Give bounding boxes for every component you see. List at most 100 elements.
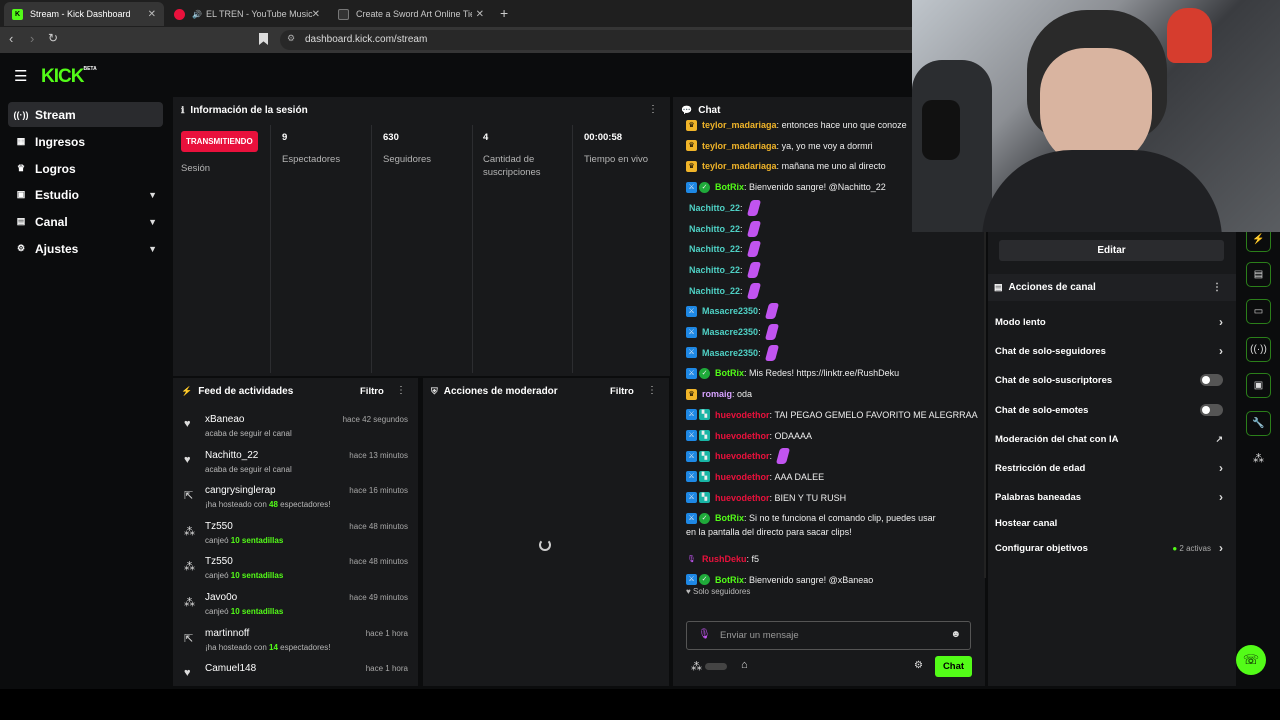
feed-time: hace 16 minutos [349,486,408,496]
feed-time: hace 1 hora [365,664,408,674]
bookmark-icon[interactable] [259,33,268,45]
chat-username[interactable]: huevodethor [715,472,770,482]
settings-gear-icon[interactable]: ⚙ [914,660,923,671]
chat-username[interactable]: huevodethor [715,410,770,420]
sidebar-item-canal[interactable]: ▤ Canal ▼ [8,209,163,234]
feed-description: acaba de seguir el canal [205,429,292,438]
browser-tab-youtube-music[interactable]: 🔊 EL TREN - YouTube Music ✕ [166,2,328,26]
feed-filter-button[interactable]: Filtro [360,386,384,397]
quick-action-chat-icon[interactable]: ▭ [1246,299,1271,324]
stat-viewers: 9 Espectadores [282,132,341,165]
sidebar-item-ingresos[interactable]: ▦ Ingresos [8,129,163,154]
chat-username[interactable]: Nachitto_22 [689,286,740,296]
chat-username[interactable]: BotRix [715,575,744,585]
browser-tab-tierlist[interactable]: Create a Sword Art Online Tier Li ✕ [330,2,492,26]
browser-tab-kick[interactable]: K Stream - Kick Dashboard ✕ [4,2,164,26]
chat-username[interactable]: BotRix [715,182,744,192]
feed-username[interactable]: Camuel148 [205,663,256,674]
shield-icon: ⛨ [431,385,438,396]
emote-image [775,448,791,465]
chat-input[interactable]: 🎙 Enviar un mensaje ☻ [686,621,971,650]
toggle-switch[interactable] [1200,404,1223,416]
feed-time: hace 1 hora [365,628,408,638]
reload-icon[interactable]: ↻ [48,31,58,45]
chat-message: ♛ romaig: oda [686,385,752,403]
chat-username[interactable]: huevodethor [715,451,770,461]
quick-action-broadcast-icon[interactable]: ((·)) [1246,337,1271,362]
chat-message: ⚔ Masacre2350: [686,344,779,362]
quick-action-points-icon[interactable]: ⁂ [1253,452,1264,465]
emote-image [764,303,779,320]
new-tab-icon[interactable]: + [500,5,508,21]
sidebar-item-logros[interactable]: ♛ Logros [8,156,163,181]
chat-username[interactable]: Nachitto_22 [689,203,740,213]
feed-description: ¡ha hosteado con 14 espectadores! [205,642,331,652]
feed-username[interactable]: Javo0o [205,592,237,603]
chat-username[interactable]: Masacre2350 [702,348,758,358]
forward-icon[interactable]: › [30,31,34,46]
channel-action-item[interactable]: Palabras baneadas › [995,487,1225,507]
emoji-icon[interactable]: ☻ [950,629,961,640]
more-options-icon[interactable]: ⋮ [396,385,406,396]
site-info-icon[interactable]: ⚙ [287,33,295,44]
kick-logo[interactable]: KICKBETA [41,66,97,88]
chat-username[interactable]: Masacre2350 [702,327,758,337]
stat-subscriptions: 4 Cantidad de suscripciones [483,132,541,178]
feed-username[interactable]: martinnoff [205,628,249,639]
chat-username[interactable]: teylor_madariaga [702,141,777,151]
more-options-icon[interactable]: ⋮ [647,385,657,396]
sidebar-item-stream[interactable]: ((·)) Stream [8,102,163,127]
chat-username[interactable]: huevodethor [715,431,770,441]
divider [371,125,372,373]
chat-username[interactable]: RushDeku [702,554,747,564]
quick-action-document-icon[interactable]: ▤ [1246,262,1271,287]
support-chat-icon[interactable]: ☏ [1236,645,1266,675]
feed-username[interactable]: Tz550 [205,521,233,532]
chat-username[interactable]: huevodethor [715,493,770,503]
store-icon[interactable]: ⌂ [741,659,748,671]
chat-username[interactable]: Nachitto_22 [689,224,740,234]
edit-button[interactable]: Editar [999,240,1224,261]
moderator-badge-icon: ⚔ [686,512,697,524]
channel-action-item[interactable]: Hostear canal [995,513,1225,533]
back-icon[interactable]: ‹ [9,31,13,46]
channel-action-item[interactable]: Chat de solo-suscriptores [995,370,1225,390]
chat-username[interactable]: teylor_madariaga [702,161,777,171]
send-chat-button[interactable]: Chat [935,656,972,677]
more-options-icon[interactable]: ⋮ [1212,282,1222,293]
chat-username[interactable]: teylor_madariaga [702,120,777,130]
feed-username[interactable]: xBaneao [205,414,244,425]
chat-username[interactable]: Nachitto_22 [689,244,740,254]
channel-action-item[interactable]: Chat de solo-emotes [995,400,1225,420]
moderator-badge-icon: ⚔ [686,471,697,483]
quick-action-clip-icon[interactable]: ▣ [1246,373,1271,398]
close-tab-icon[interactable]: ✕ [476,9,484,20]
close-tab-icon[interactable]: ✕ [148,9,156,20]
chat-username[interactable]: Masacre2350 [702,306,758,316]
feed-username[interactable]: cangrysinglerap [205,485,276,496]
feed-username[interactable]: Tz550 [205,556,233,567]
chat-username[interactable]: BotRix [715,513,744,523]
sidebar-item-ajustes[interactable]: ⚙ Ajustes ▼ [8,236,163,261]
channel-action-item[interactable]: Moderación del chat con IA ↗ [995,429,1225,449]
sidebar-item-estudio[interactable]: ▣ Estudio ▼ [8,182,163,207]
feed-time: hace 49 minutos [349,593,408,602]
more-options-icon[interactable]: ⋮ [648,104,658,115]
hamburger-menu-icon[interactable]: ☰ [14,67,27,85]
chat-username[interactable]: BotRix [715,368,744,378]
chat-username[interactable]: romaig [702,389,732,399]
moderator-filter-button[interactable]: Filtro [610,386,634,397]
channel-points-icon[interactable]: ⁂ [691,660,702,673]
quick-action-wrench-icon[interactable]: 🔧 [1246,411,1271,436]
close-tab-icon[interactable]: ✕ [312,9,320,20]
chat-username[interactable]: Nachitto_22 [689,265,740,275]
verified-badge-icon: ✓ [699,367,710,379]
chat-text: Bienvenido sangre! @xBaneao [749,574,874,585]
channel-action-item[interactable]: Configurar objetivos ● 2 activas › [995,538,1225,558]
channel-action-item[interactable]: Chat de solo-seguidores › [995,341,1225,361]
channel-action-item[interactable]: Restricción de edad › [995,458,1225,478]
toggle-switch[interactable] [1200,374,1223,386]
url-field[interactable]: ⚙ dashboard.kick.com/stream [280,30,912,50]
channel-action-item[interactable]: Modo lento › [995,312,1225,332]
feed-username[interactable]: Nachitto_22 [205,450,258,461]
